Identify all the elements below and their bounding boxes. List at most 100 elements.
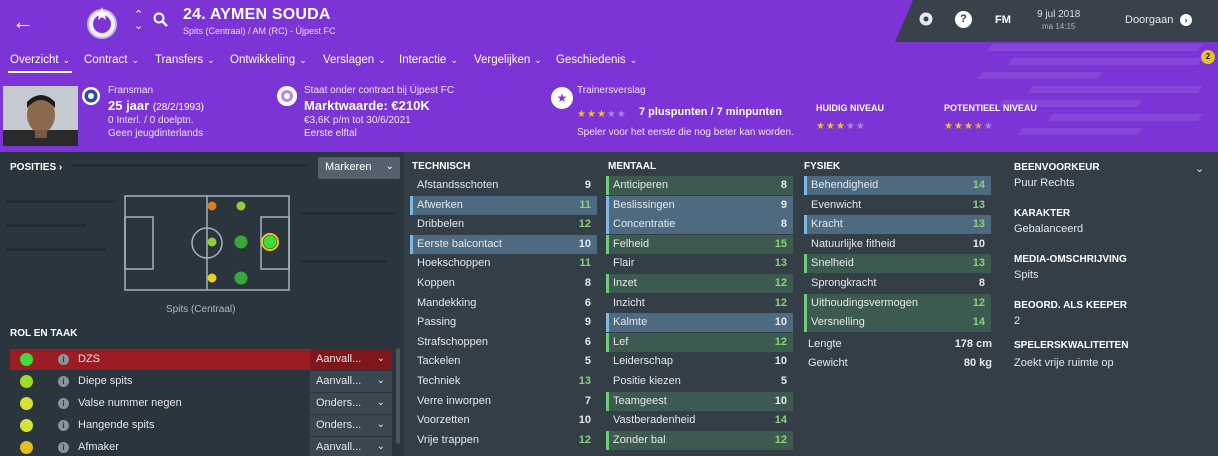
height-value: 178 cm [954, 338, 992, 350]
tab-geschiedenis[interactable]: Geschiedenis ⌄ [556, 54, 637, 66]
attribute-row[interactable]: Inzicht 12 [606, 294, 793, 313]
fm-logo[interactable]: FM [995, 14, 1011, 26]
attribute-row[interactable]: Tackelen 5 [410, 352, 597, 371]
previous-player-icon[interactable]: ⌃ [134, 10, 143, 21]
role-row[interactable]: i Hangende spits Onders... ⌄ [10, 415, 392, 436]
star-icon: ★ [577, 109, 586, 120]
personality-value: Gebalanceerd [1014, 223, 1084, 235]
attribute-row[interactable]: Vrije trappen 12 [410, 431, 597, 450]
tab-verslagen[interactable]: Verslagen ⌄ [323, 54, 386, 66]
attribute-row[interactable]: Behendigheid 14 [804, 176, 991, 195]
coach-report-title[interactable]: Trainersverslag [577, 85, 646, 96]
height-row: Lengte 178 cm [808, 338, 992, 350]
contract-club[interactable]: Staat onder contract bij Újpest FC [304, 85, 454, 96]
tab-ontwikkeling[interactable]: Ontwikkeling ⌄ [230, 54, 307, 66]
tab-interactie[interactable]: Interactie ⌄ [399, 54, 458, 66]
notification-badge[interactable]: 2 [1201, 50, 1215, 64]
attribute-row[interactable]: Kracht 13 [804, 215, 991, 235]
attribute-row[interactable]: Versnelling 14 [804, 313, 991, 333]
attribute-value: 14 [774, 414, 787, 427]
attribute-row[interactable]: Passing 9 [410, 313, 597, 332]
attribute-row[interactable]: Eerste balcontact 10 [410, 234, 597, 254]
attribute-row[interactable]: Kalmte 10 [606, 313, 793, 333]
attribute-value: 12 [774, 296, 787, 309]
tab-overzicht[interactable]: Overzicht ⌄ [7, 54, 73, 73]
attribute-row[interactable]: Sprongkracht 8 [804, 274, 991, 293]
attribute-row[interactable]: Lef 12 [606, 332, 793, 352]
attribute-value: 11 [579, 257, 591, 270]
nationality-flag-icon[interactable] [82, 87, 100, 105]
age-value: 25 jaar [108, 98, 150, 113]
attribute-row[interactable]: Anticiperen 8 [606, 176, 793, 195]
role-scrollbar[interactable] [396, 348, 400, 444]
attribute-row[interactable]: Evenwicht 13 [804, 196, 991, 215]
attribute-row[interactable]: Afstandsschoten 9 [410, 176, 597, 195]
attribute-value: 7 [584, 394, 591, 407]
attribute-row[interactable]: Vastberadenheid 14 [606, 411, 793, 430]
attribute-row[interactable]: Concentratie 8 [606, 215, 793, 235]
tab-transfers[interactable]: Transfers ⌄ [155, 54, 215, 66]
star-icon: ★ [983, 121, 993, 132]
coach-description: Speler voor het eerste die nog beter kan… [577, 127, 794, 138]
attribute-row[interactable]: Hoekschoppen 11 [410, 254, 597, 273]
chevron-down-icon: ⌄ [450, 55, 458, 65]
help-icon[interactable]: ? [955, 11, 972, 28]
attribute-row[interactable]: Leiderschap 10 [606, 352, 793, 371]
attribute-row[interactable]: Afwerken 11 [410, 195, 597, 215]
attribute-name: Sprongkracht [811, 277, 877, 289]
next-player-icon[interactable]: ⌄ [134, 21, 143, 32]
duty-dropdown[interactable]: Onders... ⌄ [310, 415, 392, 436]
player-nationality[interactable]: Fransman [108, 85, 153, 96]
attribute-row[interactable]: Positie kiezen 5 [606, 372, 793, 391]
attribute-value: 8 [584, 277, 591, 289]
tab-vergelijken[interactable]: Vergelijken ⌄ [474, 54, 542, 66]
attribute-value: 8 [978, 277, 985, 289]
info-icon[interactable]: i [58, 442, 69, 453]
club-icon[interactable] [277, 86, 297, 106]
highlight-dropdown[interactable]: Markeren ⌄ [318, 157, 400, 179]
attribute-row[interactable]: Techniek 13 [410, 372, 597, 391]
potential-ability-stars: ★★★★★ [944, 118, 994, 132]
positions-title[interactable]: POSITIES › [10, 162, 62, 173]
info-icon[interactable]: i [58, 398, 69, 409]
search-icon[interactable] [153, 12, 169, 28]
attribute-row[interactable]: Snelheid 13 [804, 254, 991, 274]
attribute-value: 13 [578, 375, 591, 387]
duty-dropdown[interactable]: Onders... ⌄ [310, 393, 392, 414]
attribute-row[interactable]: Inzet 12 [606, 274, 793, 293]
attribute-row[interactable]: Verre inworpen 7 [410, 392, 597, 411]
ball-icon[interactable] [918, 11, 934, 27]
attribute-value: 6 [584, 335, 591, 348]
attribute-row[interactable]: Felheid 15 [606, 234, 793, 254]
role-row[interactable]: i DZS Aanvall... ⌄ [10, 349, 392, 370]
attribute-row[interactable]: Teamgeest 10 [606, 391, 793, 411]
continue-arrow-icon[interactable]: › [1180, 14, 1192, 26]
chevron-down-icon[interactable]: ⌄ [1195, 162, 1204, 175]
attribute-row[interactable]: Koppen 8 [410, 274, 597, 293]
attribute-row[interactable]: Dribbelen 12 [410, 215, 597, 234]
attribute-row[interactable]: Beslissingen 9 [606, 195, 793, 215]
role-row[interactable]: i Valse nummer negen Onders... ⌄ [10, 393, 392, 414]
attribute-row[interactable]: Strafschoppen 6 [410, 333, 597, 352]
info-icon[interactable]: i [58, 420, 69, 431]
info-icon[interactable]: i [58, 354, 69, 365]
player-traits-label: SPELERSKWALITEITEN [1014, 340, 1129, 351]
info-icon[interactable]: i [58, 376, 69, 387]
current-ability-label: HUIDIG NIVEAU [816, 103, 885, 113]
duty-dropdown[interactable]: Aanvall... ⌄ [310, 371, 392, 392]
attribute-row[interactable]: Mandekking 6 [410, 294, 597, 313]
duty-dropdown[interactable]: Aanvall... ⌄ [310, 437, 392, 456]
attribute-name: Voorzetten [417, 414, 470, 427]
attribute-row[interactable]: Voorzetten 10 [410, 411, 597, 430]
back-arrow-icon[interactable]: ← [12, 9, 34, 35]
role-row[interactable]: i Afmaker Aanvall... ⌄ [10, 437, 392, 456]
attribute-row[interactable]: Flair 13 [606, 254, 793, 273]
attribute-name: Vrije trappen [417, 433, 479, 446]
role-row[interactable]: i Diepe spits Aanvall... ⌄ [10, 371, 392, 392]
continue-button[interactable]: Doorgaan [1125, 14, 1173, 26]
tab-contract[interactable]: Contract ⌄ [84, 54, 139, 66]
attribute-row[interactable]: Natuurlijke fitheid 10 [804, 235, 991, 254]
duty-dropdown[interactable]: Aanvall... ⌄ [310, 349, 392, 370]
attribute-row[interactable]: Zonder bal 12 [606, 430, 793, 450]
attribute-row[interactable]: Uithoudingsvermogen 12 [804, 293, 991, 313]
